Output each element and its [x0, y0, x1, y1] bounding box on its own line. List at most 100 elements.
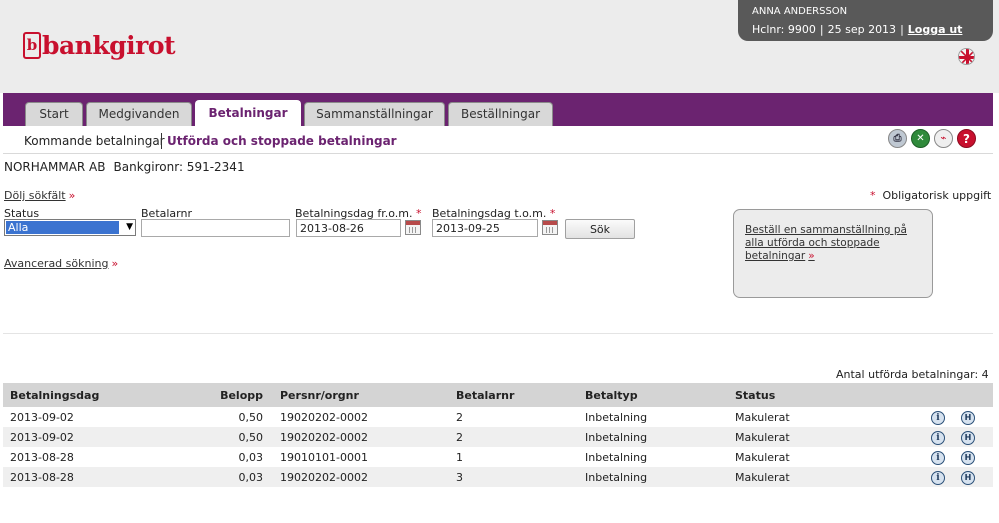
hide-search-link[interactable]: Dölj sökfält» [4, 189, 75, 202]
cell-id: 19010101-0001 [273, 447, 449, 467]
tab-medgivanden[interactable]: Medgivanden [86, 102, 192, 126]
cell-amount: 0,03 [153, 447, 273, 467]
cell-type: Inbetalning [578, 427, 728, 447]
cell-status: Makulerat [728, 447, 898, 467]
history-icon[interactable]: H [961, 410, 975, 425]
info-icon[interactable]: i [931, 410, 945, 425]
table-row: 2013-09-02 0,50 19020202-0002 2 Inbetaln… [3, 427, 993, 447]
excel-icon[interactable]: ✕ [911, 129, 930, 148]
cell-date: 2013-08-28 [3, 447, 153, 467]
help-icon[interactable]: ? [957, 129, 976, 148]
tab-sammanstallningar[interactable]: Sammanställningar [304, 102, 445, 126]
subnav-utforda-betalningar[interactable]: Utförda och stoppade betalningar [167, 134, 397, 148]
calendar-icon[interactable] [542, 220, 558, 235]
separator: | [900, 23, 904, 36]
order-summary-link[interactable]: Beställ en sammanställning på alla utför… [745, 224, 907, 262]
arrow-icon: » [68, 189, 76, 202]
cell-date: 2013-09-02 [3, 427, 153, 447]
separator: | [819, 23, 824, 36]
cell-actions: iH [898, 407, 993, 427]
table-row: 2013-08-28 0,03 19010101-0001 1 Inbetaln… [3, 447, 993, 467]
info-icon[interactable]: i [931, 450, 945, 465]
to-date-input[interactable] [432, 219, 538, 237]
advanced-search-label[interactable]: Avancerad sökning [4, 257, 108, 270]
cell-type: Inbetalning [578, 467, 728, 487]
table-header-row: Betalningsdag Belopp Persnr/orgnr Betala… [3, 383, 993, 407]
subnav-divider [161, 133, 162, 149]
cell-date: 2013-08-28 [3, 467, 153, 487]
payer-number-input[interactable] [141, 219, 290, 237]
column-header-actions [898, 383, 993, 407]
bankgiro-number: Bankgironr: 591-2341 [113, 160, 245, 174]
pdf-icon[interactable]: ⌁ [934, 129, 953, 148]
uk-flag-icon[interactable] [958, 48, 975, 65]
logo-mark-icon: b [23, 31, 41, 59]
search-button[interactable]: Sök [565, 219, 635, 239]
hide-search-label[interactable]: Dölj sökfält [4, 189, 66, 202]
table-row: 2013-09-02 0,50 19020202-0002 2 Inbetaln… [3, 407, 993, 427]
history-icon[interactable]: H [961, 450, 975, 465]
cell-amount: 0,03 [153, 467, 273, 487]
user-name: ANNA ANDERSSON [752, 6, 848, 17]
section-divider [3, 333, 993, 334]
cell-type: Inbetalning [578, 447, 728, 467]
cell-status: Makulerat [728, 407, 898, 427]
table-row: 2013-08-28 0,03 19020202-0002 3 Inbetaln… [3, 467, 993, 487]
company-info: NORHAMMAR AB Bankgironr: 591-2341 [4, 160, 245, 175]
status-select-value: Alla [6, 221, 119, 234]
result-count: Antal utförda betalningar: 4 [836, 368, 989, 381]
results-table: Betalningsdag Belopp Persnr/orgnr Betala… [3, 383, 993, 487]
arrow-icon: » [808, 250, 815, 262]
required-note: * Obligatorisk uppgift [870, 189, 991, 202]
history-icon[interactable]: H [961, 470, 975, 485]
cell-actions: iH [898, 467, 993, 487]
column-header[interactable]: Betalningsdag [3, 383, 153, 407]
header: b bankgirot ANNA ANDERSSON Hclnr: 9900 | 2… [0, 0, 999, 93]
column-header[interactable]: Betaltyp [578, 383, 728, 407]
main-nav: Start Medgivanden Betalningar Sammanstäl… [3, 93, 993, 126]
cell-amount: 0,50 [153, 427, 273, 447]
logout-link[interactable]: Logga ut [908, 23, 963, 36]
history-icon[interactable]: H [961, 430, 975, 445]
column-header[interactable]: Belopp [153, 383, 273, 407]
cell-payer: 2 [449, 427, 578, 447]
cell-payer: 2 [449, 407, 578, 427]
current-date: 25 sep 2013 [827, 23, 897, 36]
arrow-icon: » [111, 257, 119, 270]
advanced-search-link[interactable]: Avancerad sökning» [4, 257, 118, 270]
cell-id: 19020202-0002 [273, 427, 449, 447]
bankgirot-logo[interactable]: b bankgirot [23, 30, 176, 60]
cell-amount: 0,50 [153, 407, 273, 427]
logo-text: bankgirot [42, 30, 176, 60]
info-icon[interactable]: i [931, 470, 945, 485]
tab-bestallningar[interactable]: Beställningar [448, 102, 553, 126]
cell-payer: 3 [449, 467, 578, 487]
customer-number: Hclnr: 9900 [752, 23, 816, 36]
calendar-icon[interactable] [405, 220, 421, 235]
column-header[interactable]: Persnr/orgnr [273, 383, 449, 407]
column-header[interactable]: Betalarnr [449, 383, 578, 407]
info-icon[interactable]: i [931, 430, 945, 445]
cell-payer: 1 [449, 447, 578, 467]
user-info-box: ANNA ANDERSSON Hclnr: 9900 | 25 sep 2013 | L… [738, 0, 993, 41]
status-select[interactable]: Alla ▼ [4, 219, 136, 236]
company-name: NORHAMMAR AB [4, 160, 106, 174]
cell-type: Inbetalning [578, 407, 728, 427]
cell-status: Makulerat [728, 467, 898, 487]
user-meta: Hclnr: 9900 | 25 sep 2013 | Logga ut [752, 23, 993, 37]
column-header[interactable]: Status [728, 383, 898, 407]
cell-id: 19020202-0002 [273, 407, 449, 427]
cell-status: Makulerat [728, 427, 898, 447]
cell-actions: iH [898, 427, 993, 447]
tab-start[interactable]: Start [25, 102, 83, 126]
cell-date: 2013-09-02 [3, 407, 153, 427]
subnav-kommande-betalningar[interactable]: Kommande betalningar [24, 134, 165, 148]
from-date-input[interactable] [296, 219, 401, 237]
required-note-text: Obligatorisk uppgift [882, 189, 992, 202]
print-icon[interactable]: ⎙ [888, 129, 907, 148]
cell-actions: iH [898, 447, 993, 467]
chevron-down-icon: ▼ [126, 222, 133, 232]
tab-betalningar[interactable]: Betalningar [195, 100, 301, 126]
cell-id: 19020202-0002 [273, 467, 449, 487]
required-star: * [870, 189, 876, 202]
